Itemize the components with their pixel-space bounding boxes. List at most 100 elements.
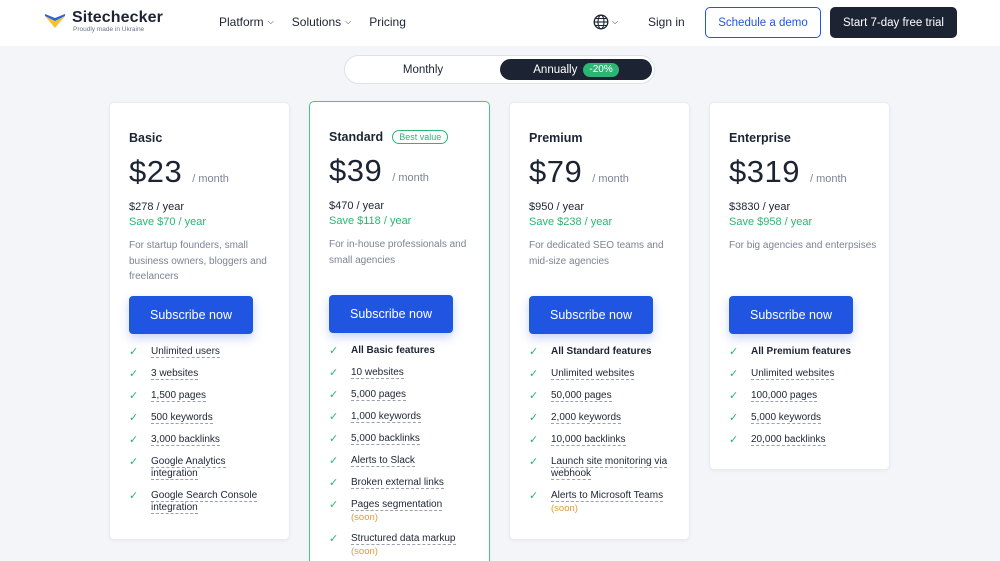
feature-item: ✓ 1,000 keywords bbox=[329, 410, 484, 432]
check-icon: ✓ bbox=[529, 390, 539, 402]
feature-label[interactable]: Google Analytics integration bbox=[151, 456, 226, 480]
check-icon: ✓ bbox=[529, 346, 539, 358]
price-period: / month bbox=[592, 173, 629, 185]
check-icon: ✓ bbox=[129, 456, 139, 468]
schedule-demo-button[interactable]: Schedule a demo bbox=[705, 7, 821, 38]
plan-name: Basic bbox=[129, 131, 163, 145]
feature-label[interactable]: Launch site monitoring via webhook bbox=[551, 456, 668, 480]
subscribe-button-premium[interactable]: Subscribe now bbox=[529, 296, 653, 334]
feature-label[interactable]: Unlimited users bbox=[151, 346, 220, 358]
toggle-annually[interactable]: Annually -20% bbox=[500, 59, 652, 80]
feature-item: ✓ Unlimited users bbox=[129, 345, 284, 367]
toggle-annually-label: Annually bbox=[533, 63, 578, 76]
feature-list: ✓ All Basic features ✓ 10 websites ✓ 5,000 … bbox=[329, 344, 484, 561]
best-value-badge: Best value bbox=[392, 130, 449, 144]
nav-solutions[interactable]: Solutions ⌵ bbox=[292, 15, 351, 29]
feature-label[interactable]: 500 keywords bbox=[151, 412, 213, 424]
main-nav: Platform ⌵ Solutions ⌵ Pricing bbox=[219, 15, 424, 29]
feature-label[interactable]: 5,000 pages bbox=[351, 389, 407, 401]
feature-label[interactable]: Pages segmentation bbox=[351, 499, 443, 511]
plan-description: For startup founders, small business own… bbox=[129, 240, 267, 282]
plan-card-basic: Basic $23 / month $278 / year Save $70 /… bbox=[109, 102, 290, 540]
check-icon: ✓ bbox=[329, 533, 339, 545]
yearly-price: $278 / year bbox=[129, 201, 185, 213]
chevron-down-icon: ⌵ bbox=[345, 17, 352, 26]
feature-label[interactable]: 1,000 keywords bbox=[351, 411, 422, 423]
plan-name: Standard bbox=[329, 130, 384, 144]
feature-label[interactable]: 1,500 pages bbox=[151, 390, 207, 402]
plan-description: For in-house professionals and small age… bbox=[329, 239, 467, 266]
feature-list: ✓ All Premium features ✓ Unlimited website… bbox=[729, 345, 884, 455]
feature-label[interactable]: 3,000 backlinks bbox=[151, 434, 220, 446]
check-icon: ✓ bbox=[529, 456, 539, 468]
feature-item: ✓ 50,000 pages bbox=[529, 389, 684, 411]
check-icon: ✓ bbox=[129, 434, 139, 446]
nav-pricing[interactable]: Pricing bbox=[369, 15, 406, 29]
feature-label[interactable]: 3 websites bbox=[151, 368, 199, 380]
feature-label[interactable]: 10 websites bbox=[351, 367, 404, 379]
feature-label[interactable]: 20,000 backlinks bbox=[751, 434, 826, 446]
feature-label[interactable]: 5,000 backlinks bbox=[351, 433, 420, 445]
feature-item: ✓ All Basic features bbox=[329, 344, 484, 366]
check-icon: ✓ bbox=[329, 499, 339, 511]
subscribe-button-basic[interactable]: Subscribe now bbox=[129, 296, 253, 334]
feature-item: ✓ Alerts to Slack bbox=[329, 454, 484, 476]
feature-label[interactable]: 10,000 backlinks bbox=[551, 434, 626, 446]
feature-label[interactable]: Alerts to Slack bbox=[351, 455, 415, 467]
logo[interactable]: Sitechecker Proudly made in Ukraine bbox=[43, 10, 163, 34]
price-period: / month bbox=[809, 173, 847, 185]
feature-label[interactable]: 2,000 keywords bbox=[551, 412, 622, 424]
feature-label[interactable]: 5,000 keywords bbox=[751, 412, 822, 424]
check-icon: ✓ bbox=[129, 368, 139, 380]
feature-label[interactable]: 50,000 pages bbox=[551, 390, 612, 402]
feature-item: ✓ Google Search Console integration bbox=[129, 489, 284, 523]
feature-item: ✓ All Premium features bbox=[729, 345, 884, 367]
feature-item: ✓ Unlimited websites bbox=[529, 367, 684, 389]
soon-label: (soon) bbox=[351, 546, 378, 557]
feature-item: ✓ 100,000 pages bbox=[729, 389, 884, 411]
check-icon: ✓ bbox=[129, 490, 139, 502]
feature-list: ✓ Unlimited users ✓ 3 websites ✓ 1,500 page… bbox=[129, 345, 284, 523]
yearly-price: $950 / year bbox=[529, 201, 585, 213]
subscribe-button-enterprise[interactable]: Subscribe now bbox=[729, 296, 853, 334]
subscribe-button-standard[interactable]: Subscribe now bbox=[329, 295, 453, 333]
plan-price: $39 bbox=[329, 153, 383, 188]
feature-label[interactable]: Alerts to Microsoft Teams bbox=[551, 490, 664, 502]
feature-item: ✓ Alerts to Microsoft Teams (soon) bbox=[529, 489, 684, 523]
feature-item: ✓ 5,000 backlinks bbox=[329, 432, 484, 454]
nav-platform[interactable]: Platform ⌵ bbox=[219, 15, 274, 29]
yearly-savings: Save $118 / year bbox=[329, 215, 412, 227]
check-icon: ✓ bbox=[729, 346, 739, 358]
check-icon: ✓ bbox=[329, 367, 339, 379]
billing-period-toggle: Monthly Annually -20% bbox=[344, 55, 655, 84]
feature-item: ✓ 500 keywords bbox=[129, 411, 284, 433]
sign-in-link[interactable]: Sign in bbox=[648, 15, 685, 29]
plan-price: $79 bbox=[529, 154, 583, 189]
plan-card-standard: Standard Best value $39 / month $470 / y… bbox=[309, 101, 490, 561]
check-icon: ✓ bbox=[729, 390, 739, 402]
check-icon: ✓ bbox=[729, 368, 739, 380]
nav-platform-label: Platform bbox=[219, 15, 264, 29]
check-icon: ✓ bbox=[529, 490, 539, 502]
feature-label[interactable]: 100,000 pages bbox=[751, 390, 818, 402]
price-period: / month bbox=[392, 172, 429, 184]
feature-item: ✓ 3,000 backlinks bbox=[129, 433, 284, 455]
chevron-down-icon: ⌵ bbox=[267, 17, 274, 26]
feature-item: ✓ 10 websites bbox=[329, 366, 484, 388]
toggle-monthly[interactable]: Monthly bbox=[345, 56, 501, 83]
check-icon: ✓ bbox=[529, 368, 539, 380]
plan-card-enterprise: Enterprise $319 / month $3830 / year Sav… bbox=[709, 102, 890, 470]
feature-label[interactable]: Unlimited websites bbox=[551, 368, 635, 380]
plan-price: $319 bbox=[729, 154, 800, 189]
feature-label[interactable]: Google Search Console integration bbox=[151, 490, 258, 514]
soon-label: (soon) bbox=[351, 512, 378, 523]
check-icon: ✓ bbox=[329, 455, 339, 467]
plan-card-premium: Premium $79 / month $950 / year Save $23… bbox=[509, 102, 690, 540]
feature-label[interactable]: Structured data markup bbox=[351, 533, 456, 545]
language-selector[interactable]: ⌵ bbox=[593, 14, 618, 30]
free-trial-button[interactable]: Start 7-day free trial bbox=[830, 7, 957, 38]
feature-label: All Premium features bbox=[751, 346, 852, 357]
yearly-savings: Save $238 / year bbox=[529, 216, 613, 228]
feature-label[interactable]: Unlimited websites bbox=[751, 368, 835, 380]
feature-label[interactable]: Broken external links bbox=[351, 477, 444, 489]
